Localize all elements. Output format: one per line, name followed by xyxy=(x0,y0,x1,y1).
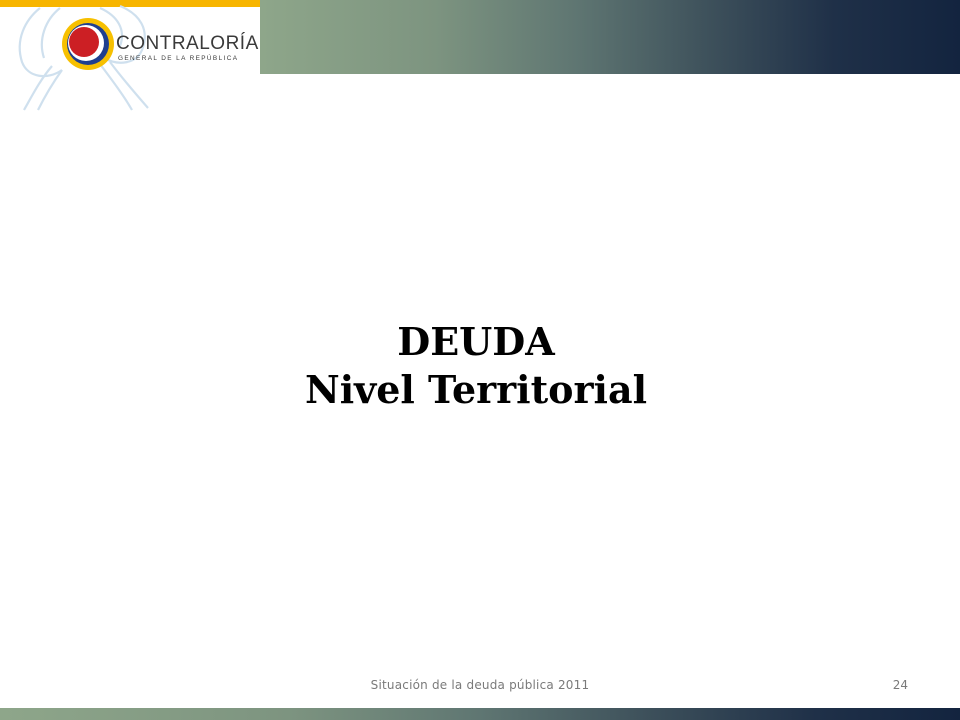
title-line-2: Nivel Territorial xyxy=(304,367,648,412)
header-gradient-band xyxy=(260,0,960,74)
footer-caption: Situación de la deuda pública 2011 xyxy=(370,678,590,692)
contraloria-logo: CONTRALORÍA GENERAL DE LA REPÚBLICA xyxy=(0,0,260,112)
footer-gradient-band xyxy=(0,708,960,720)
title-line-1: DEUDA xyxy=(397,319,555,364)
logo-subtitle-text: GENERAL DE LA REPÚBLICA xyxy=(118,55,239,62)
slide-title: DEUDA Nivel Territorial xyxy=(0,318,952,414)
page-number: 24 xyxy=(892,678,908,692)
slide: CONTRALORÍA GENERAL DE LA REPÚBLICA DEUD… xyxy=(0,0,960,720)
logo-name-text: CONTRALORÍA xyxy=(116,33,259,54)
seal-icon xyxy=(62,18,114,70)
